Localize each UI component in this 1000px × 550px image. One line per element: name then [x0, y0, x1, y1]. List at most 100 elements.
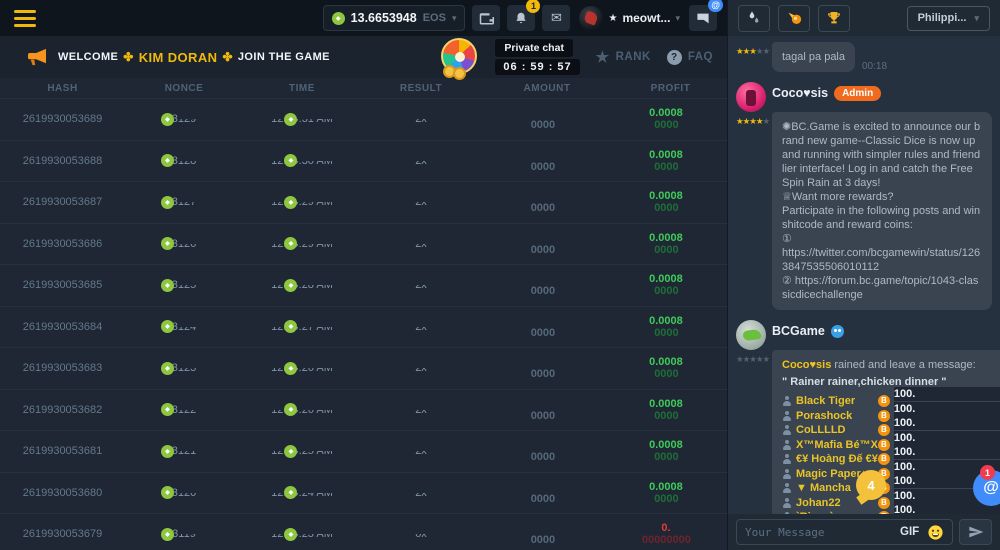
megaphone-icon: [26, 48, 48, 66]
bet-profit: 0.00080000 EOS: [613, 398, 727, 422]
rain-user[interactable]: €¥ Hoàng Đế €¥: [782, 452, 878, 466]
user-icon: [782, 411, 792, 421]
notifications-button[interactable]: 1: [507, 5, 535, 31]
user-menu[interactable]: ★ meowt... ▾: [577, 6, 682, 30]
chevron-down-icon: ▾: [974, 13, 979, 24]
chat-message: Coco♥sis Admin ★★★★★ ✺BC.Game is excited…: [736, 82, 992, 310]
bets-table-header: HASH NONCE TIME RESULT AMOUNT PROFIT: [0, 78, 727, 98]
wallet-icon: [479, 12, 494, 25]
username: meowt...: [622, 11, 670, 25]
bet-hash: 2619930053686: [0, 238, 125, 250]
bet-hash: 2619930053688: [0, 155, 125, 167]
table-row[interactable]: 2619930053684 3124 12:59:27 AM 2x 0.0004…: [0, 306, 727, 348]
lucky-spin-button[interactable]: [441, 38, 479, 76]
user-icon: [782, 454, 792, 464]
welcome-bar-right: Private chat 06 : 59 : 57 ★ RANK ? FAQ: [441, 38, 713, 76]
table-row[interactable]: 2619930053682 3122 12:59:26 AM 2x 0.0004…: [0, 389, 727, 431]
message-text: ✺BC.Game is excited to announce our bran…: [782, 121, 980, 301]
bet-profit: 0.00080000 EOS: [613, 315, 727, 339]
rank-label: RANK: [616, 51, 651, 63]
user-icon: [782, 512, 792, 514]
rain-user[interactable]: Johan22: [782, 496, 841, 510]
region-dropdown[interactable]: Philippi... ▾: [907, 6, 990, 31]
rain-amount: 100.000000: [878, 503, 1000, 514]
rain-button[interactable]: [738, 5, 770, 32]
chat-panel-icon: [696, 12, 710, 25]
author-name[interactable]: BCGame: [772, 324, 825, 338]
rain-sender[interactable]: Coco♥sis: [782, 359, 831, 371]
bet-hash: 2619930053680: [0, 487, 125, 499]
user-rating: ★★★★★: [736, 350, 772, 514]
table-row[interactable]: 2619930053681 3121 12:59:25 AM 2x 0.0004…: [0, 430, 727, 472]
rain-user[interactable]: ▼ Mancha ▼: [782, 481, 865, 495]
bet-hash: 2619930053683: [0, 362, 125, 374]
avatar[interactable]: [736, 82, 766, 112]
welcome-suffix: JOIN THE GAME: [238, 51, 330, 63]
bet-profit: 0.00080000 EOS: [613, 232, 727, 256]
notification-badge: 1: [526, 0, 540, 13]
rain-user-row: `Riane` 100.000000: [782, 510, 1000, 514]
trophy-button[interactable]: [818, 5, 850, 32]
table-row[interactable]: 2619930053680 3120 12:59:24 AM 2x 0.0004…: [0, 472, 727, 514]
eos-coin-icon: [161, 196, 174, 209]
rain-user[interactable]: X™Mafia Bé™X: [782, 438, 878, 452]
user-rating: ★★★★★: [736, 112, 772, 310]
bet-hash: 2619930053682: [0, 404, 125, 416]
scroll-down-badge[interactable]: 4: [856, 470, 886, 500]
mail-button[interactable]: ✉: [542, 5, 570, 31]
chat-panel: Philippi... ▾ ★★★★★ tagal pa pala 00:18: [728, 0, 1000, 550]
message-body: tagal pa pala 00:18: [772, 42, 992, 72]
mention-badge: @: [708, 0, 723, 12]
bets-table-body: 2619930053689 3129 12:59:31 AM 2x 0.0004…: [0, 98, 727, 550]
message-time: 00:18: [862, 61, 887, 72]
table-row[interactable]: 2619930053686 3126 12:59:29 AM 2x 0.0004…: [0, 223, 727, 265]
table-row[interactable]: 2619930053688 3128 12:59:30 AM 2x 0.0004…: [0, 140, 727, 182]
table-row[interactable]: 2619930053687 3127 12:59:29 AM 2x 0.0004…: [0, 181, 727, 223]
table-row[interactable]: 2619930053683 3123 12:59:26 AM 2x 0.0004…: [0, 347, 727, 389]
eos-coin-icon: [161, 113, 174, 126]
at-icon: @: [983, 479, 999, 497]
rain-user[interactable]: Magic Paper♠: [782, 467, 867, 481]
top-bar: 13.6653948 EOS ▾ 1 ✉ ★ meowt...: [0, 0, 727, 36]
table-row[interactable]: 2619930053679 3119 12:59:23 AM 0x 0.0004…: [0, 513, 727, 550]
rain-user[interactable]: `Riane`: [782, 510, 833, 514]
message-input[interactable]: [745, 526, 892, 539]
welcome-message: WELCOME ✤ KIM DORAN ✤ JOIN THE GAME: [58, 50, 330, 65]
eos-coin-icon: [161, 279, 174, 292]
bet-hash: 2619930053687: [0, 196, 125, 208]
bet-hash: 2619930053681: [0, 445, 125, 457]
author-name[interactable]: Coco♥sis: [772, 86, 828, 100]
countdown-timer: 06 : 59 : 57: [495, 59, 579, 75]
topbar-actions: 13.6653948 EOS ▾ 1 ✉ ★ meowt...: [323, 5, 717, 31]
announcement-bar: WELCOME ✤ KIM DORAN ✤ JOIN THE GAME Priv…: [0, 36, 727, 78]
col-amount: AMOUNT: [481, 83, 613, 94]
wallet-button[interactable]: [472, 5, 500, 31]
avatar[interactable]: [736, 320, 766, 350]
private-chat-tooltip: Private chat: [495, 39, 573, 57]
rain-user[interactable]: CoLLLLD: [782, 423, 845, 437]
admin-badge: Admin: [834, 86, 881, 101]
chat-input-bar: GIF: [728, 514, 1000, 550]
col-nonce: NONCE: [125, 83, 243, 94]
app-root: 13.6653948 EOS ▾ 1 ✉ ★ meowt...: [0, 0, 1000, 550]
faq-link[interactable]: ? FAQ: [667, 50, 713, 65]
private-chat-timer[interactable]: Private chat 06 : 59 : 57: [495, 39, 579, 75]
chat-toggle-button[interactable]: @: [689, 5, 717, 31]
send-button[interactable]: [959, 519, 992, 545]
table-row[interactable]: 2619930053689 3129 12:59:31 AM 2x 0.0004…: [0, 98, 727, 140]
table-row[interactable]: 2619930053685 3125 12:59:28 AM 2x 0.0004…: [0, 264, 727, 306]
rain-user[interactable]: Porashock: [782, 409, 852, 423]
gif-button[interactable]: GIF: [900, 526, 919, 538]
bet-profit: 0.00000000 EOS: [613, 522, 727, 546]
rain-user[interactable]: Black Tiger: [782, 394, 855, 408]
fireball-button[interactable]: [778, 5, 810, 32]
rank-link[interactable]: ★ RANK: [596, 48, 651, 66]
chat-messages: ★★★★★ tagal pa pala 00:18 Coco♥sis Admin…: [728, 36, 1000, 514]
mentions-count-badge: 1: [980, 465, 995, 480]
envelope-icon: ✉: [551, 10, 562, 26]
user-icon: [782, 396, 792, 406]
balance-selector[interactable]: 13.6653948 EOS ▾: [323, 5, 466, 31]
emoji-button[interactable]: [927, 524, 944, 541]
rain-bubble: Coco♥sis rained and leave a message: " R…: [772, 350, 1000, 514]
menu-icon[interactable]: [10, 6, 40, 31]
